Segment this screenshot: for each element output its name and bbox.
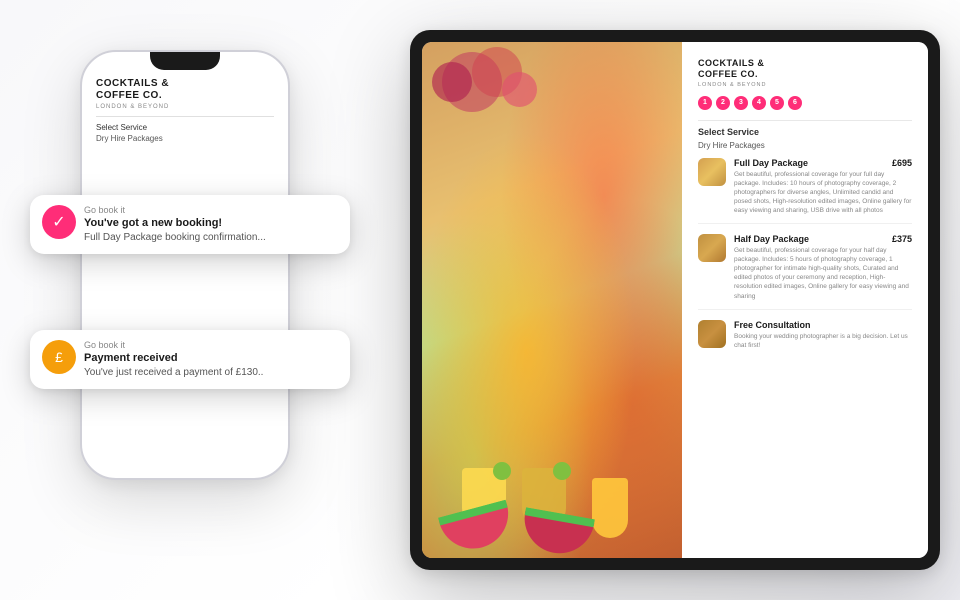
service-price-half-day: £375 <box>892 234 912 244</box>
step-dot-1[interactable]: 1 <box>698 96 712 110</box>
service-title-row-half-day: Half Day Package £375 <box>734 234 912 244</box>
phone-frame: COCKTAILS & COFFEE CO. LONDON & BEYOND S… <box>80 50 290 480</box>
booking-icon: ✓ <box>42 205 76 239</box>
service-info-full-day: Full Day Package £695 Get beautiful, pro… <box>734 158 912 215</box>
service-desc-consultation: Booking your wedding photographer is a b… <box>734 332 912 350</box>
flower-blob-4 <box>502 72 537 107</box>
service-item-consultation[interactable]: Free Consultation Booking your wedding p… <box>698 320 912 358</box>
thumb-inner-full-day <box>698 158 726 186</box>
tablet-select-service: Select Service <box>698 127 912 137</box>
service-price-full-day: £695 <box>892 158 912 168</box>
notif-title-bottom: Payment received <box>84 352 263 364</box>
step-dot-5[interactable]: 5 <box>770 96 784 110</box>
service-desc-full-day: Get beautiful, professional coverage for… <box>734 170 912 215</box>
service-desc-half-day: Get beautiful, professional coverage for… <box>734 246 912 301</box>
flower-cluster <box>422 42 682 162</box>
phone-notch <box>150 52 220 70</box>
notification-payment-text: Go book it Payment received You've just … <box>84 340 263 379</box>
notif-title-top: You've got a new booking! <box>84 217 266 229</box>
service-item-full-day[interactable]: Full Day Package £695 Get beautiful, pro… <box>698 158 912 224</box>
phone-select-service: Select Service <box>96 123 274 132</box>
service-info-half-day: Half Day Package £375 Get beautiful, pro… <box>734 234 912 301</box>
phone-brand: COCKTAILS & COFFEE CO. <box>96 78 274 102</box>
service-name-half-day: Half Day Package <box>734 234 809 244</box>
watermelon-slice-1 <box>438 500 516 557</box>
service-info-consultation: Free Consultation Booking your wedding p… <box>734 320 912 350</box>
tablet-inner: COCKTAILS & COFFEE CO. LONDON & BEYOND 1… <box>422 42 928 558</box>
phone-subtitle: LONDON & BEYOND <box>96 104 274 110</box>
step-dot-2[interactable]: 2 <box>716 96 730 110</box>
service-thumb-full-day <box>698 158 726 186</box>
thumb-inner-half-day <box>698 234 726 262</box>
tablet-subtitle: LONDON & BEYOND <box>698 82 912 88</box>
step-dot-3[interactable]: 3 <box>734 96 748 110</box>
service-name-consultation: Free Consultation <box>734 320 811 330</box>
tablet-divider-1 <box>698 120 912 121</box>
phone-dry-hire: Dry Hire Packages <box>96 134 274 143</box>
tablet-photo <box>422 42 682 558</box>
phone-divider <box>96 116 274 117</box>
notif-app-name-top: Go book it <box>84 205 266 215</box>
watermelon-cluster <box>422 478 682 558</box>
service-title-row-consultation: Free Consultation <box>734 320 912 330</box>
tablet-brand: COCKTAILS & COFFEE CO. <box>698 58 912 80</box>
service-thumb-consultation <box>698 320 726 348</box>
tablet-device: COCKTAILS & COFFEE CO. LONDON & BEYOND 1… <box>410 30 940 570</box>
service-item-half-day[interactable]: Half Day Package £375 Get beautiful, pro… <box>698 234 912 310</box>
notification-payment: £ Go book it Payment received You've jus… <box>30 330 350 389</box>
phone-content: COCKTAILS & COFFEE CO. LONDON & BEYOND S… <box>82 70 288 163</box>
notif-app-name-bottom: Go book it <box>84 340 263 350</box>
notif-body-bottom: You've just received a payment of £130.. <box>84 366 263 379</box>
notif-body-top: Full Day Package booking confirmation... <box>84 231 266 244</box>
phone-device: COCKTAILS & COFFEE CO. LONDON & BEYOND S… <box>80 50 290 480</box>
notification-booking-text: Go book it You've got a new booking! Ful… <box>84 205 266 244</box>
flower-blob-3 <box>432 62 472 102</box>
step-dots-container: 1 2 3 4 5 6 <box>698 96 912 110</box>
step-dot-4[interactable]: 4 <box>752 96 766 110</box>
tablet-content: COCKTAILS & COFFEE CO. LONDON & BEYOND 1… <box>682 42 928 558</box>
service-thumb-half-day <box>698 234 726 262</box>
tablet-frame: COCKTAILS & COFFEE CO. LONDON & BEYOND 1… <box>410 30 940 570</box>
step-dot-6[interactable]: 6 <box>788 96 802 110</box>
service-name-full-day: Full Day Package <box>734 158 808 168</box>
thumb-inner-consultation <box>698 320 726 348</box>
watermelon-slice-2 <box>519 507 595 558</box>
service-title-row-full-day: Full Day Package £695 <box>734 158 912 168</box>
notification-booking: ✓ Go book it You've got a new booking! F… <box>30 195 350 254</box>
payment-icon: £ <box>42 340 76 374</box>
cocktail-visual <box>422 42 682 558</box>
tablet-dry-hire: Dry Hire Packages <box>698 141 912 150</box>
